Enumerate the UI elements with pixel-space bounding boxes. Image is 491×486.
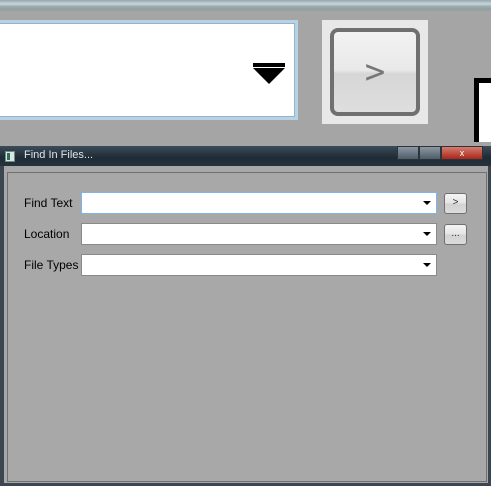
file-types-combo[interactable] (81, 254, 437, 276)
app-icon (5, 151, 15, 162)
file-types-label: File Types (24, 258, 79, 272)
browse-location-button[interactable]: ... (444, 224, 467, 245)
window-title: Find In Files... (24, 149, 94, 161)
chevron-down-icon[interactable] (423, 232, 431, 236)
zoomed-go-button-face: > (330, 28, 420, 116)
find-button[interactable]: > (444, 193, 467, 214)
chevron-down-icon[interactable] (423, 201, 431, 205)
location-combo[interactable] (81, 223, 437, 245)
zoomed-chevron-down-icon (253, 68, 285, 84)
dialog-client-area: Find Text > Location ... File Types (7, 172, 487, 482)
minimize-button[interactable] (397, 146, 419, 160)
location-label: Location (24, 227, 70, 241)
find-text-combo[interactable] (81, 192, 437, 214)
zoomed-top-strip (0, 0, 491, 12)
zoomed-background-fragment: > (0, 0, 491, 146)
maximize-button[interactable] (419, 146, 441, 160)
close-button[interactable]: x (441, 146, 483, 160)
title-bar[interactable]: Find In Files... x (0, 146, 491, 166)
zoomed-combo-box (0, 20, 298, 120)
chevron-down-icon[interactable] (423, 263, 431, 267)
zoomed-dropdown-bar (253, 63, 285, 67)
find-text-label: Find Text (24, 196, 73, 210)
zoomed-go-button-glyph: > (364, 52, 386, 92)
zoomed-cursor-edge (474, 78, 491, 142)
zoomed-go-button: > (322, 20, 428, 124)
